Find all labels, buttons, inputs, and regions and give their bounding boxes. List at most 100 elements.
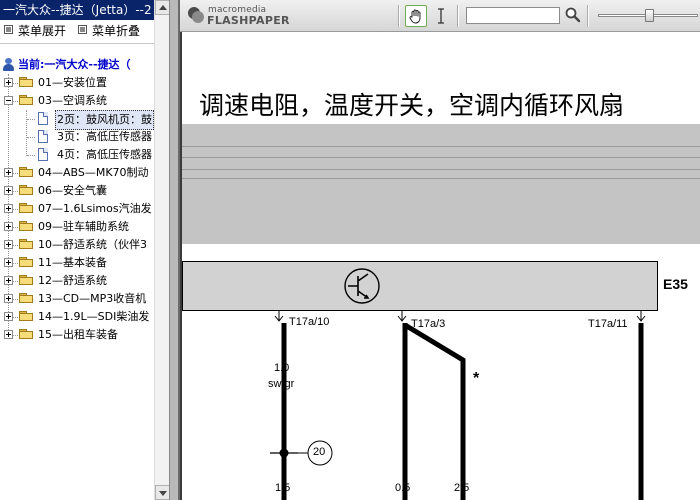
tree-item[interactable]: 07—1.6Lsimos汽油发 — [0, 200, 154, 218]
wire-size-label: 1.5 — [275, 482, 291, 494]
tree-item-label: 4页：高低压传感器 — [57, 148, 152, 161]
wire-color-label: sw/gr — [268, 378, 295, 390]
folder-icon — [19, 239, 33, 250]
zoom-thumb[interactable] — [645, 9, 655, 22]
expand-plus-icon[interactable] — [4, 204, 13, 213]
folder-icon — [19, 77, 33, 88]
menu-expand-button[interactable]: 菜单展开 — [4, 21, 66, 41]
tree-item[interactable]: 15—出租车装备 — [0, 326, 154, 344]
tree-page-item[interactable]: 3页：高低压传感器 — [0, 128, 154, 146]
tree-item[interactable]: 04—ABS—MK70制动 — [0, 164, 154, 182]
expand-plus-icon[interactable] — [4, 222, 13, 231]
expand-plus-icon[interactable] — [4, 240, 13, 249]
square-icon — [4, 25, 13, 34]
pin-label: T17a/11 — [588, 318, 628, 330]
search-button[interactable] — [564, 6, 582, 24]
tree-item-label: 2页：鼓风机页：鼓 — [55, 110, 154, 130]
junction-number: 20 — [313, 446, 326, 458]
menu-collapse-button[interactable]: 菜单折叠 — [78, 21, 140, 41]
page-icon — [38, 112, 48, 125]
tree-item[interactable]: 10—舒适系统（伙伴3 — [0, 236, 154, 254]
brand-product: FLASHPAPER — [207, 14, 290, 27]
wire-2-branch — [403, 322, 466, 500]
arrow-down-icon — [159, 491, 167, 496]
tree-item-label: 04—ABS—MK70制动 — [38, 166, 149, 179]
divider — [0, 43, 169, 44]
expand-plus-icon[interactable] — [4, 258, 13, 267]
tree-item-label: 13—CD—MP3收音机 — [38, 292, 147, 305]
tree-item-label: 03—空调系统 — [38, 94, 107, 107]
tree-page-item[interactable]: 4页：高低压传感器 — [0, 146, 154, 164]
zoom-slider[interactable] — [594, 8, 700, 24]
square-icon — [78, 25, 87, 34]
tree-panel: 一汽大众--捷达（Jetta）--2 菜单展开 菜单折叠 当前:一汽大众--捷达… — [0, 0, 169, 500]
toolbar-separator — [587, 5, 589, 27]
search-icon — [565, 7, 581, 23]
viewer-toolbar: macromedia FLASHPAPER — [180, 0, 700, 32]
page-icon — [38, 148, 48, 161]
expand-plus-icon[interactable] — [4, 312, 13, 321]
hand-icon — [409, 9, 421, 24]
folder-icon — [19, 257, 33, 268]
expand-plus-icon[interactable] — [4, 168, 13, 177]
text-select-button[interactable] — [433, 6, 449, 26]
expand-plus-icon[interactable] — [4, 276, 13, 285]
tree-item-label: 07—1.6Lsimos汽油发 — [38, 202, 152, 215]
arrow-up-icon — [159, 5, 167, 10]
asterisk-note: * — [473, 370, 480, 387]
folder-icon — [19, 221, 33, 232]
expand-plus-icon[interactable] — [4, 330, 13, 339]
tree-item[interactable]: 06—安全气囊 — [0, 182, 154, 200]
scroll-up-button[interactable] — [155, 0, 169, 15]
tree-item-label: 11—基本装备 — [38, 256, 107, 269]
tree-scrollbar[interactable] — [154, 0, 169, 500]
pin-arrow-1-icon — [274, 311, 284, 322]
tree-view: 当前:一汽大众--捷达（ 01—安装位置 03—空调系统 2页：鼓风机页：鼓 3… — [0, 56, 154, 500]
tree-item-label: 15—出租车装备 — [38, 328, 118, 341]
flashpaper-logo-icon — [188, 7, 204, 23]
expand-plus-icon[interactable] — [4, 78, 13, 87]
folder-icon — [19, 167, 33, 178]
menu-expand-label: 菜单展开 — [18, 24, 67, 38]
wire-size-label: 2.5 — [454, 482, 470, 494]
tree-item-label: 09—驻车辅助系统 — [38, 220, 129, 233]
panel-splitter[interactable] — [169, 0, 180, 500]
collapse-minus-icon[interactable] — [4, 96, 13, 105]
junction-dot — [279, 448, 289, 458]
expand-plus-icon[interactable] — [4, 294, 13, 303]
tree-item[interactable]: 03—空调系统 — [0, 92, 154, 110]
toolbar-separator — [457, 5, 459, 27]
pin-arrow-3-icon — [636, 311, 646, 322]
scroll-down-button[interactable] — [155, 485, 169, 500]
folder-icon — [19, 185, 33, 196]
tree-page-item[interactable]: 2页：鼓风机页：鼓 — [0, 110, 154, 130]
tree-item-label: 12—舒适系统 — [38, 274, 107, 287]
wiring-diagram — [270, 268, 646, 500]
search-input[interactable] — [466, 7, 560, 24]
text-cursor-icon — [438, 8, 444, 24]
tree-item[interactable]: 09—驻车辅助系统 — [0, 218, 154, 236]
folder-icon — [19, 293, 33, 304]
tree-item[interactable]: 13—CD—MP3收音机 — [0, 290, 154, 308]
tree-item-label: 06—安全气囊 — [38, 184, 107, 197]
wire-size-label: 0.5 — [395, 482, 411, 494]
tree-item[interactable]: 12—舒适系统 — [0, 272, 154, 290]
folder-icon — [19, 203, 33, 214]
pin-label: T17a/3 — [411, 318, 446, 330]
folder-icon — [19, 311, 33, 322]
page-icon — [38, 130, 48, 143]
panel-title: 一汽大众--捷达（Jetta）--2 — [0, 0, 169, 20]
pin-arrow-2-icon — [397, 311, 407, 322]
document-viewport: 调速电阻，温度开关，空调内循环风扇 E35 T17a/10 T17a/3 T17… — [180, 32, 700, 500]
tree-item-label: 3页：高低压传感器 — [57, 130, 152, 143]
tree-item-label: 01—安装位置 — [38, 76, 107, 89]
tree-item[interactable]: 11—基本装备 — [0, 254, 154, 272]
menu-collapse-label: 菜单折叠 — [92, 24, 141, 38]
expand-plus-icon[interactable] — [4, 186, 13, 195]
switch-symbol-icon — [344, 268, 380, 304]
folder-icon — [19, 275, 33, 286]
tree-item[interactable]: 14—1.9L—SDI柴油发 — [0, 308, 154, 326]
tree-item-label: 14—1.9L—SDI柴油发 — [38, 310, 150, 323]
hand-tool-button[interactable] — [405, 5, 427, 27]
tree-item[interactable]: 01—安装位置 — [0, 74, 154, 92]
